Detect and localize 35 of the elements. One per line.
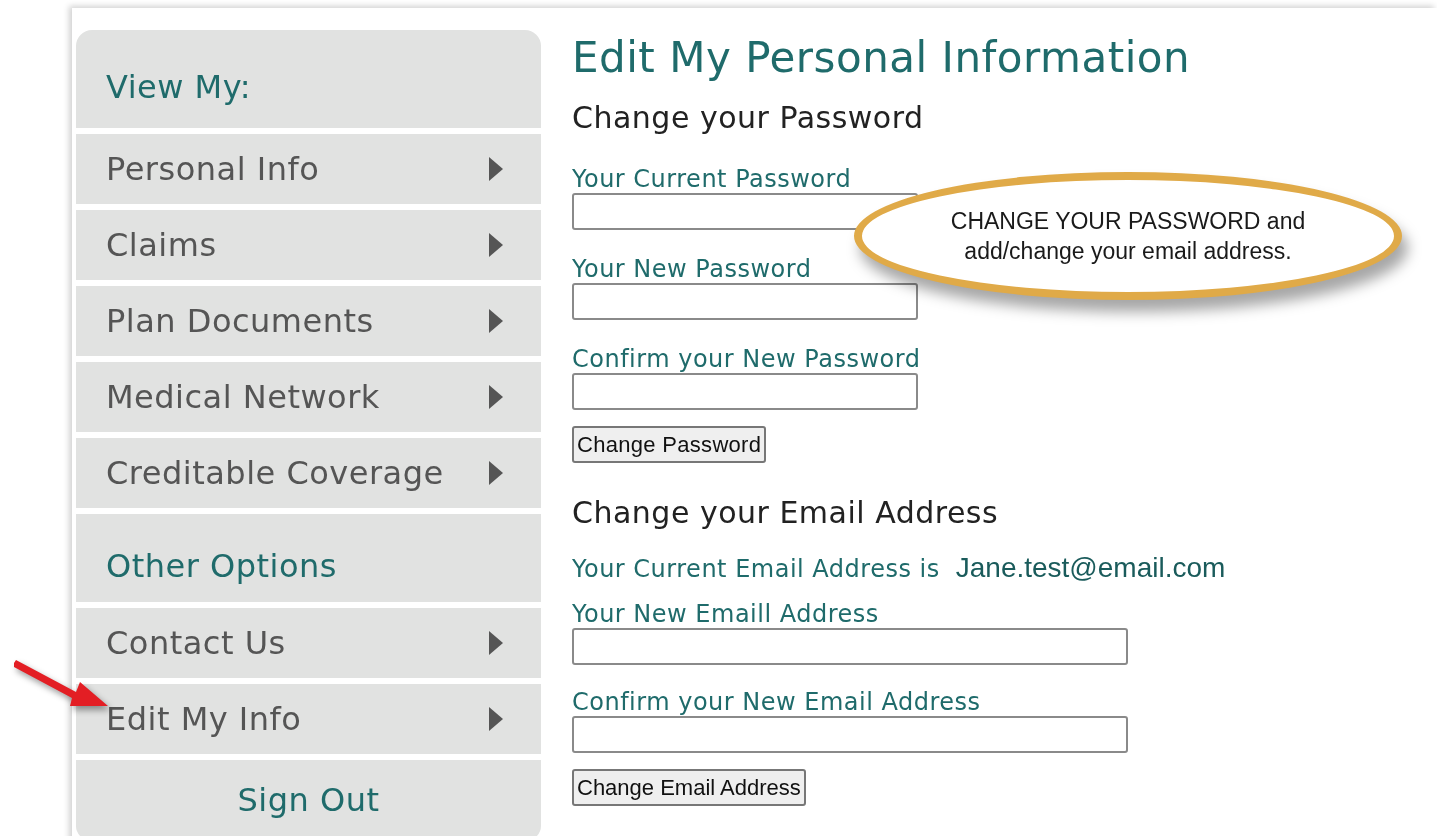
section-heading: View My: (106, 67, 252, 108)
sidebar-item[interactable]: Claims (76, 210, 541, 280)
caret-icon (489, 309, 503, 333)
field-label: Your Current Password (572, 164, 852, 194)
sign-out-link[interactable]: Sign Out (76, 760, 541, 836)
field-label: Your New Emaill Address (572, 599, 879, 629)
change-email-button[interactable]: Change Email Address (572, 769, 806, 806)
input-field[interactable] (572, 283, 918, 320)
callout-text: CHANGE YOUR PASSWORD and (950, 207, 1306, 236)
caret-icon (489, 233, 503, 257)
input-field[interactable] (572, 373, 918, 410)
input-field[interactable] (572, 716, 1128, 753)
sidebar-item[interactable]: Personal Info (76, 134, 541, 204)
section-heading: Other Options (106, 546, 337, 587)
sidebar-item[interactable]: Edit My Info (76, 684, 541, 754)
sidebar-item[interactable]: Plan Documents (76, 286, 541, 356)
current-email-label: Your Current Email Address is (572, 554, 940, 585)
callout-text: add/change your email address. (964, 237, 1292, 266)
field-label: Confirm your New Email Address (572, 687, 981, 717)
sidebar-item[interactable]: Creditable Coverage (76, 438, 541, 508)
section-heading: Change your Email Address (572, 494, 999, 532)
current-email-value: Jane.test@email.com (955, 551, 1226, 585)
sidebar-item[interactable]: Medical Network (76, 362, 541, 432)
caret-icon (489, 461, 503, 485)
caret-icon (489, 707, 503, 731)
section-heading: Change your Password (572, 99, 924, 137)
caret-icon (489, 631, 503, 655)
input-field[interactable] (572, 628, 1128, 665)
sidebar-item[interactable]: Contact Us (76, 608, 541, 678)
field-label: Your New Password (572, 254, 812, 284)
page-title: Edit My Personal Information (572, 32, 1191, 84)
caret-icon (489, 385, 503, 409)
change-password-button[interactable]: Change Password (572, 426, 767, 463)
caret-icon (489, 157, 503, 181)
field-label: Confirm your New Password (572, 344, 921, 374)
